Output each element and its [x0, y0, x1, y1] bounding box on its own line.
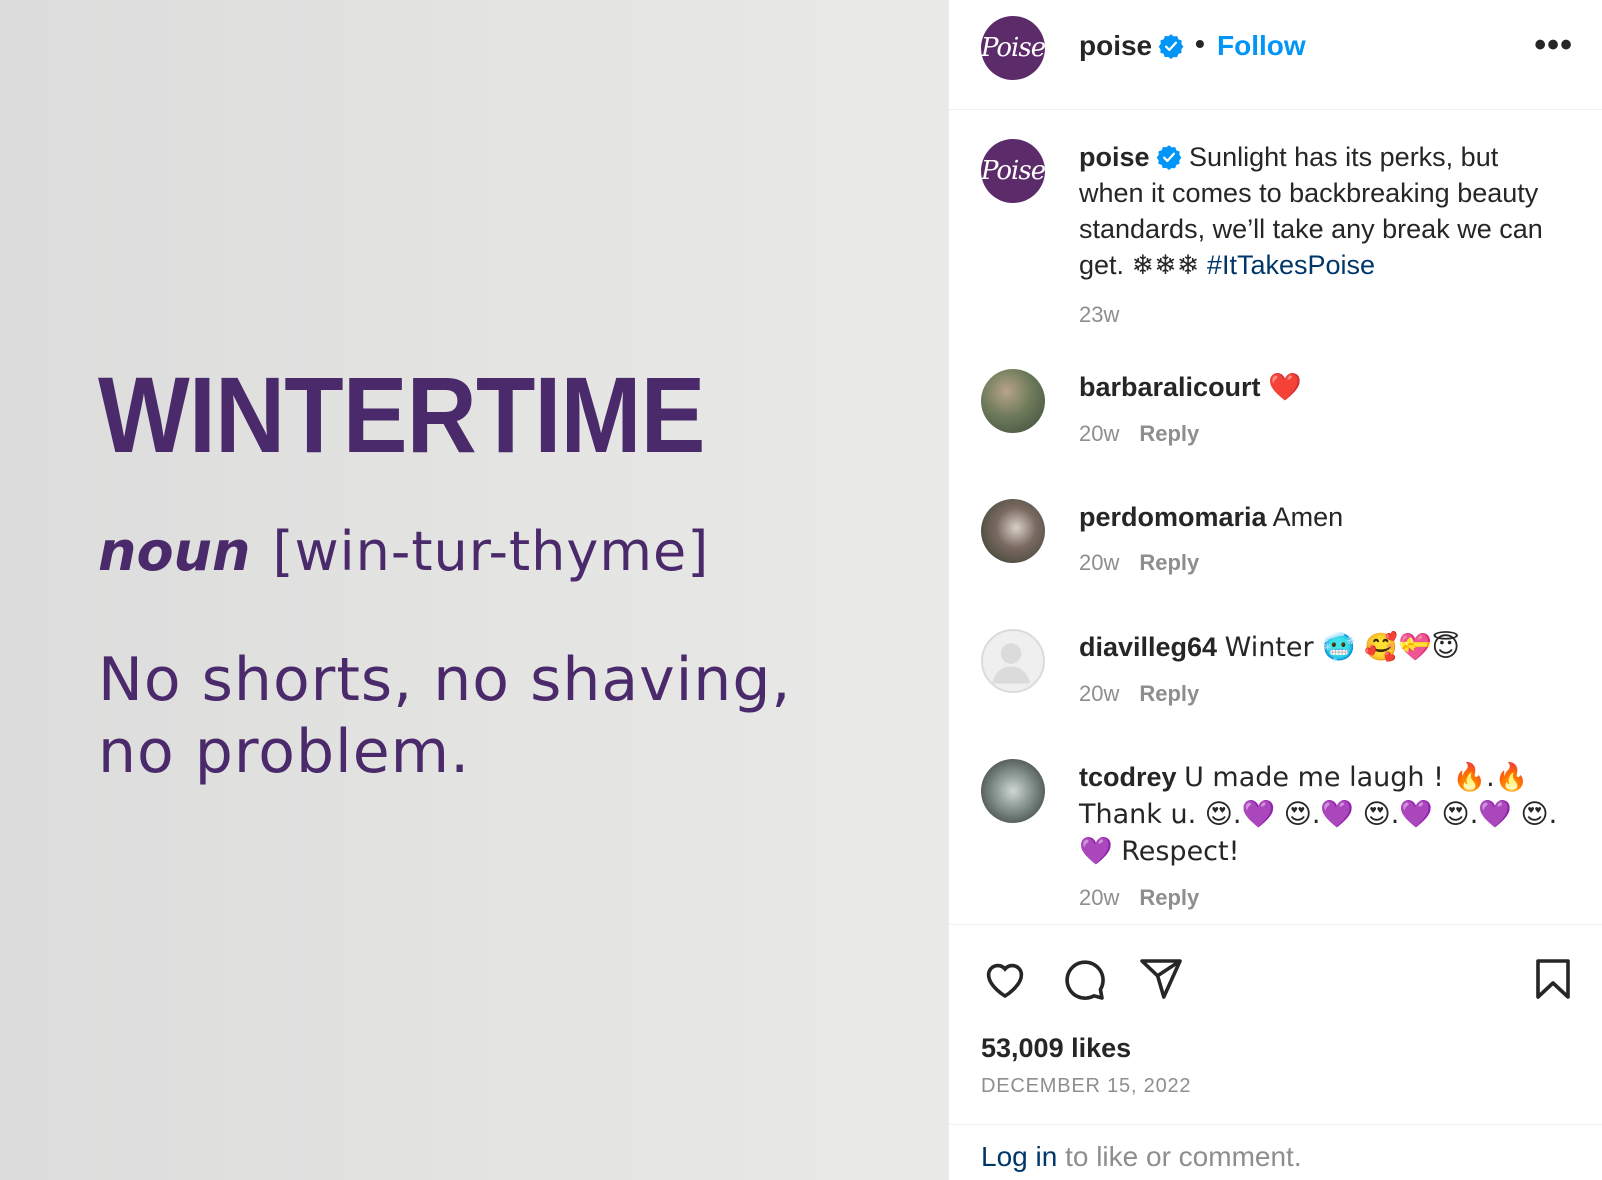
header-username-text[interactable]: poise: [1079, 30, 1152, 61]
caption-username[interactable]: poise: [1079, 142, 1182, 172]
post-image[interactable]: WINTERTIME noun [win-tur-thyme] No shorts…: [0, 0, 948, 1180]
header-username[interactable]: poise: [1079, 30, 1184, 62]
comment-time[interactable]: 20w: [1079, 421, 1119, 446]
comment-username[interactable]: barbaralicourt: [1079, 372, 1261, 402]
caption-hashtag[interactable]: #ItTakesPoise: [1207, 250, 1375, 280]
caption-meta: 23w: [1079, 297, 1569, 333]
heart-icon[interactable]: [981, 955, 1029, 1003]
comment-body: tcodrey U made me laugh ! 🔥.🔥 Thank u. 😍…: [1079, 759, 1569, 916]
more-options-icon[interactable]: •••: [1534, 26, 1573, 65]
reply-button[interactable]: Reply: [1139, 550, 1199, 575]
caption-username-text[interactable]: poise: [1079, 142, 1150, 172]
comment-text: ❤️: [1268, 372, 1302, 403]
verified-badge-icon: [1158, 34, 1184, 59]
person-silhouette-icon: [992, 643, 1030, 684]
comment-meta: 20w Reply: [1079, 416, 1569, 452]
image-part-of-speech: noun: [98, 520, 251, 583]
verified-badge-icon: [1156, 145, 1181, 170]
instagram-post: WINTERTIME noun [win-tur-thyme] No shorts…: [0, 0, 1602, 1180]
default-avatar-icon[interactable]: [981, 629, 1045, 693]
image-title: WINTERTIME: [98, 354, 705, 475]
bookmark-icon[interactable]: [1529, 955, 1577, 1003]
poise-avatar[interactable]: Poise: [981, 139, 1045, 203]
comment-text: Amen: [1272, 502, 1344, 532]
comment-body: perdomomaria Amen 20w Reply: [1079, 499, 1569, 581]
reply-button[interactable]: Reply: [1139, 681, 1199, 706]
action-bar: 53,009 likes DECEMBER 15, 2022: [949, 924, 1602, 1154]
login-prompt-text: to like or comment.: [1057, 1141, 1302, 1172]
commenter-avatar[interactable]: [981, 369, 1045, 433]
comment-username[interactable]: diavilleg64: [1079, 632, 1217, 662]
caption-time[interactable]: 23w: [1079, 302, 1119, 327]
comment-text: Winter 🥶 🥰💝😇: [1224, 632, 1460, 663]
comment-username[interactable]: tcodrey: [1079, 762, 1177, 792]
commenter-avatar[interactable]: [981, 759, 1045, 823]
comment-meta: 20w Reply: [1079, 880, 1569, 916]
post-date[interactable]: DECEMBER 15, 2022: [981, 1075, 1191, 1098]
comment-body: barbaralicourt ❤️ 20w Reply: [1079, 369, 1569, 452]
comment-time[interactable]: 20w: [1079, 681, 1119, 706]
image-definition: noun [win-tur-thyme]: [98, 522, 709, 582]
commenter-avatar[interactable]: [981, 499, 1045, 563]
image-pronunciation: [win-tur-thyme]: [272, 520, 710, 583]
reply-button[interactable]: Reply: [1139, 421, 1199, 446]
share-icon[interactable]: [1137, 955, 1185, 1003]
comment-time[interactable]: 20w: [1079, 550, 1119, 575]
comment-username[interactable]: perdomomaria: [1079, 502, 1267, 532]
likes-count[interactable]: 53,009 likes: [981, 1033, 1131, 1064]
comment-body: diavilleg64 Winter 🥶 🥰💝😇 20w Reply: [1079, 629, 1569, 712]
comment-time[interactable]: 20w: [1079, 885, 1119, 910]
post-header: Poise poise • Follow •••: [949, 0, 1602, 110]
image-tagline: No shorts, no shaving, no problem.: [98, 645, 792, 787]
caption-body: poise Sunlight has its perks, but when i…: [1079, 139, 1569, 333]
header-separator: •: [1195, 28, 1205, 59]
login-bar: Log in to like or comment.: [949, 1124, 1602, 1180]
comment-meta: 20w Reply: [1079, 676, 1569, 712]
login-link[interactable]: Log in: [981, 1141, 1057, 1172]
reply-button[interactable]: Reply: [1139, 885, 1199, 910]
follow-button[interactable]: Follow: [1217, 30, 1306, 62]
post-sidebar: Poise poise • Follow ••• Poise poise Sun…: [948, 0, 1602, 1180]
poise-avatar[interactable]: Poise: [981, 16, 1046, 80]
comment-icon[interactable]: [1059, 955, 1107, 1003]
comments-list[interactable]: Poise poise Sunlight has its perks, but …: [949, 111, 1602, 921]
comment-meta: 20w Reply: [1079, 545, 1569, 581]
